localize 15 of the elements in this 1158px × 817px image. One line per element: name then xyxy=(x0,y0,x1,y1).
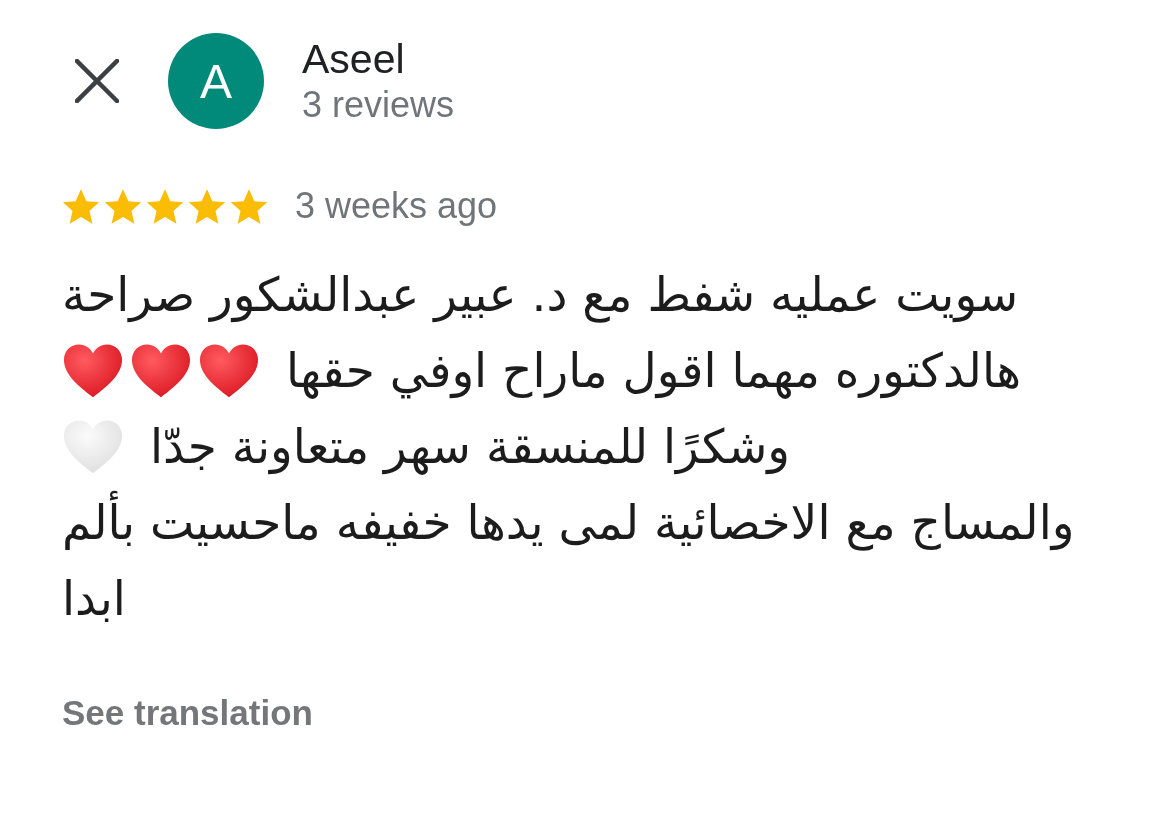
review-text: والمساج مع الاخصائية لمى يدها خفيفه ماحسيت بألم ابدا xyxy=(62,485,1142,637)
star-icon xyxy=(62,187,100,225)
star-icon xyxy=(230,187,268,225)
review-text: سويت عمليه شفط مع د. عبير عبدالشكور صراحة xyxy=(62,266,1019,325)
review-count: 3 reviews xyxy=(302,83,455,127)
avatar-initial: A xyxy=(168,33,264,129)
review-text: هالدكتوره مهما اقول ماراح اوفي حقها xyxy=(286,342,1022,401)
review-text: وشكرًا للمنسقة سهر متعاونة جدّا xyxy=(150,418,790,477)
close-icon xyxy=(75,59,119,103)
star-icon xyxy=(146,187,184,225)
see-translation-link[interactable]: See translation xyxy=(62,693,313,733)
star-icon xyxy=(188,187,226,225)
review-time: 3 weeks ago xyxy=(295,185,498,227)
star-icon xyxy=(104,187,142,225)
reviewer-name: Aseel xyxy=(302,35,406,83)
